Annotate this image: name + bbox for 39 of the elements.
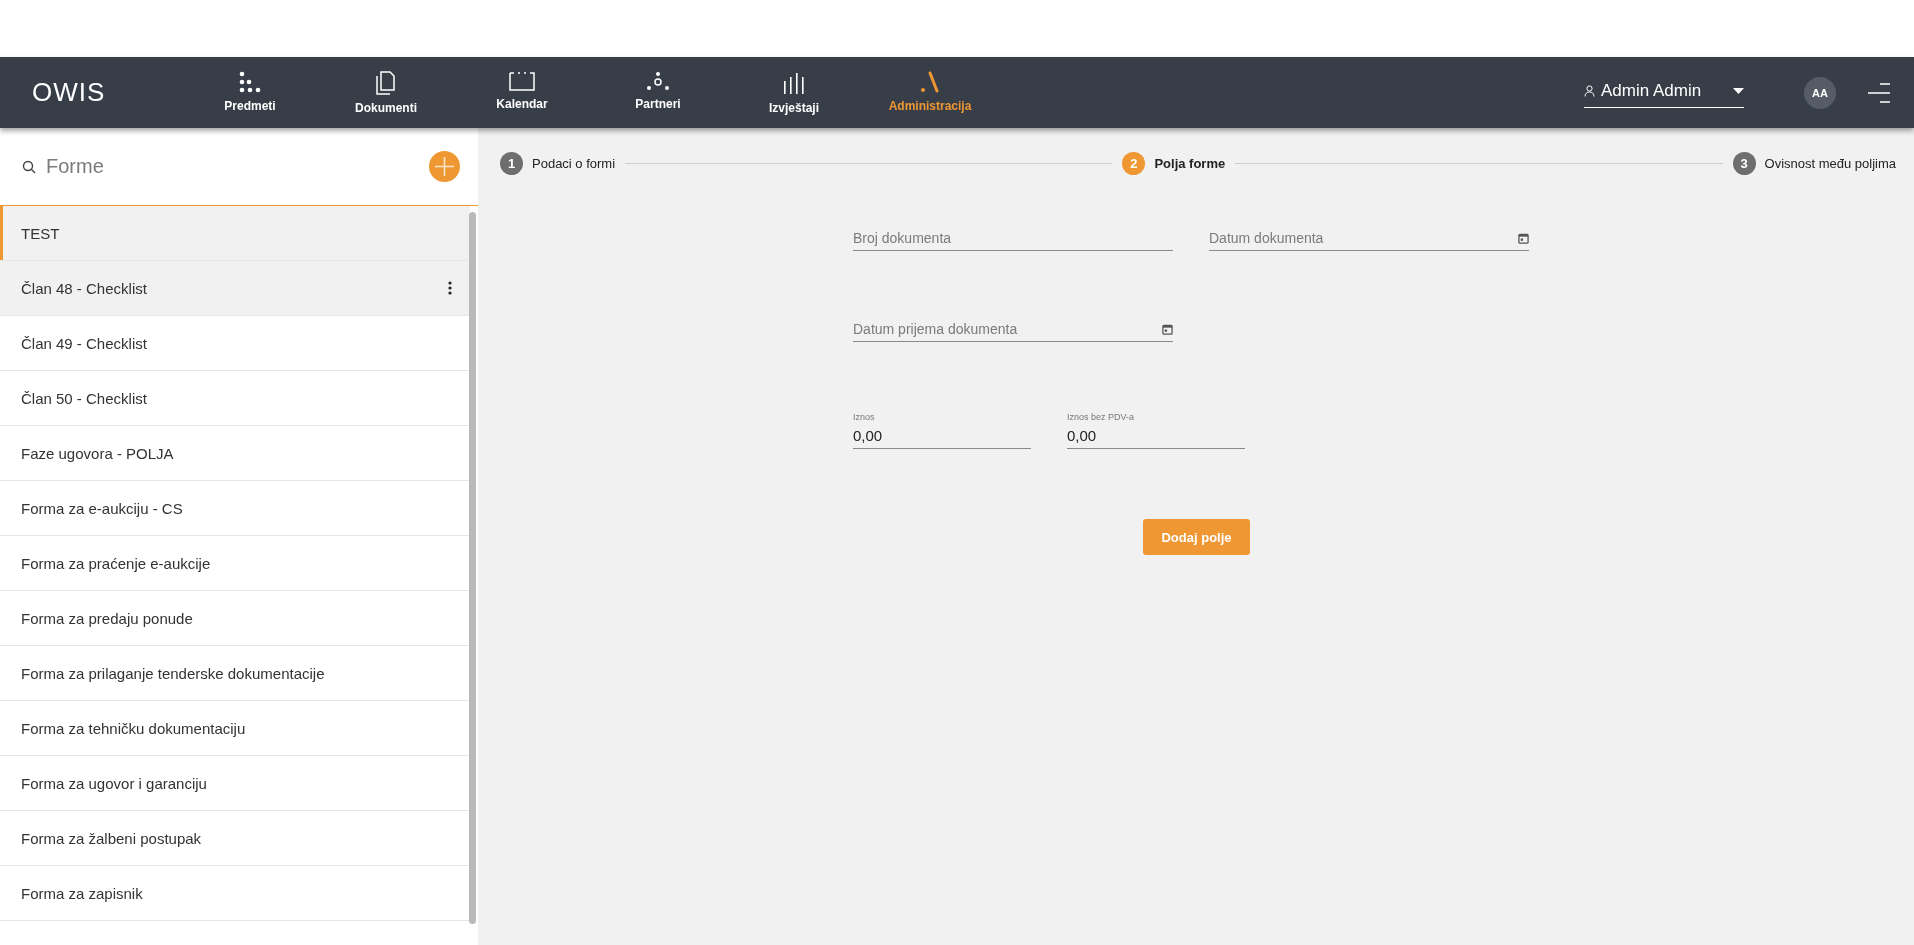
step-label: Ovisnost među poljima	[1764, 156, 1896, 171]
caret-icon	[1733, 88, 1744, 94]
step-number[interactable]: 3	[1732, 152, 1756, 175]
nav-item[interactable]: Izvještaji	[726, 70, 862, 115]
calendar-icon	[509, 70, 535, 91]
nav-item[interactable]: Dokumenti	[318, 70, 454, 115]
slash-icon	[919, 70, 941, 93]
form-list-item[interactable]: TEST	[0, 206, 470, 261]
step-label: Polja forme	[1154, 156, 1226, 171]
plus-icon	[435, 157, 454, 176]
nav-item[interactable]: Administracija	[862, 70, 998, 115]
partners-icon	[646, 70, 670, 91]
nav-item[interactable]: Predmeti	[182, 70, 318, 115]
bars-icon	[782, 70, 806, 95]
menu-icon[interactable]	[1868, 81, 1890, 104]
calendar-icon[interactable]	[1162, 323, 1173, 335]
text-field[interactable]: Broj dokumenta	[853, 230, 1173, 246]
user-icon	[1584, 85, 1595, 97]
more-icon[interactable]	[448, 281, 452, 295]
field-label: Iznos bez PDV-a	[1067, 412, 1135, 422]
step-number[interactable]: 1	[500, 152, 523, 175]
logo: OWIS	[32, 77, 107, 108]
nav-item[interactable]: Kalendar	[454, 70, 590, 115]
number-field[interactable]: 0,00	[1067, 427, 1245, 449]
date-field[interactable]: Datum dokumenta	[1209, 230, 1518, 246]
form-list-item[interactable]: Član 48 - Checklist	[0, 261, 470, 316]
scrollbar[interactable]	[469, 212, 476, 924]
search-icon	[22, 159, 36, 174]
calendar-icon[interactable]	[1518, 232, 1529, 244]
search-field[interactable]: Forme	[44, 154, 421, 179]
number-field[interactable]: 0,00	[853, 427, 1031, 449]
field-label: Iznos	[853, 412, 875, 422]
nav-item[interactable]: Partneri	[590, 70, 726, 115]
step-label: Podaci o formi	[532, 156, 616, 171]
dots-icon	[238, 70, 262, 93]
user-dropdown[interactable]: Admin Admin	[1584, 77, 1744, 108]
avatar[interactable]: AA	[1804, 76, 1836, 109]
documents-icon	[376, 70, 396, 95]
date-field[interactable]: Datum prijema dokumenta	[853, 321, 1162, 337]
